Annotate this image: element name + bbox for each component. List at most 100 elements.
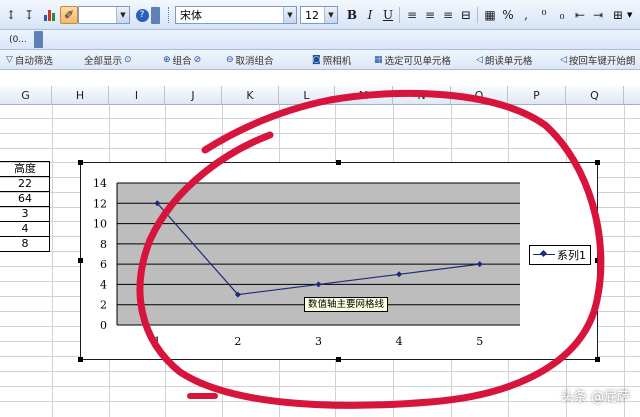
speak-cells-button[interactable]: ◁ 朗读单元格 — [476, 53, 556, 67]
legend-line-marker-icon — [533, 250, 555, 260]
sort-ascending-icon[interactable]: ↕ — [2, 6, 20, 24]
currency-icon[interactable]: ▦ — [481, 6, 499, 24]
column-header-i[interactable]: I — [109, 86, 165, 105]
column-header-p[interactable]: P — [508, 86, 566, 105]
y-tick-label: 10 — [93, 218, 107, 231]
ungroup-label: 取消组合 — [235, 56, 274, 67]
align-left-icon[interactable]: ≡ — [403, 6, 421, 24]
ungroup-button[interactable]: ⊖ 取消组合 — [226, 53, 310, 67]
font-size-combo[interactable]: 12 ▼ — [300, 6, 338, 24]
chart-legend[interactable]: 系列1 — [529, 245, 591, 265]
speak-on-enter-label: 按回车键开始朗 — [568, 56, 636, 67]
column-header-j[interactable]: J — [165, 86, 222, 105]
zoom-combo[interactable]: ▼ — [78, 6, 130, 24]
toolbar-grip[interactable] — [168, 7, 171, 23]
autofilter-label: 自动筛选 — [14, 56, 53, 67]
chevron-down-icon[interactable]: ▼ — [283, 7, 296, 23]
cell-g-value[interactable]: 3 — [0, 207, 50, 221]
legend-series-name: 系列1 — [557, 249, 586, 262]
column-header-q[interactable]: Q — [566, 86, 624, 105]
merge-center-icon[interactable]: ⊟ — [457, 6, 475, 24]
borders-icon[interactable]: ⊞ — [609, 6, 627, 24]
cell-g-value[interactable]: 8 — [0, 237, 50, 251]
y-tick-label: 14 — [93, 177, 107, 190]
chart-resize-handle[interactable] — [336, 160, 341, 165]
sort-descending-icon[interactable]: ↧ — [20, 6, 38, 24]
column-header-n[interactable]: N — [393, 86, 451, 105]
x-tick-label: 4 — [396, 335, 403, 348]
chart-canvas: 024681012141 2 3 4 5 — [93, 177, 520, 348]
cell-g-value[interactable]: 64 — [0, 192, 50, 206]
chevron-down-icon[interactable]: ▼ — [324, 7, 337, 23]
toolbar-separator — [399, 7, 400, 23]
chevron-down-icon[interactable]: ▼ — [116, 7, 129, 23]
toolbar-options-icon[interactable] — [34, 31, 43, 48]
y-tick-label: 12 — [93, 197, 107, 210]
group-button[interactable]: ⊕ 组合 ⊘ — [163, 53, 225, 67]
decrease-decimal-icon[interactable]: ₀ — [553, 6, 571, 24]
camera-icon: ◙ — [312, 55, 321, 65]
camera-button[interactable]: ◙ 照相机 — [312, 53, 372, 67]
grid-row-line — [0, 118, 640, 119]
italic-button[interactable]: I — [361, 6, 379, 24]
percent-button[interactable]: % — [499, 6, 517, 24]
underline-button[interactable]: U — [379, 6, 397, 24]
column-header-g[interactable]: G — [0, 86, 52, 105]
y-tick-label: 6 — [100, 258, 107, 271]
chevron-down-icon[interactable]: ▼ — [627, 11, 632, 19]
column-header-o[interactable]: O — [451, 86, 508, 105]
group-sub-icon: ⊘ — [193, 55, 202, 65]
show-all-icon: ⊙ — [124, 55, 132, 65]
bold-button[interactable]: B — [343, 6, 361, 24]
column-header-h[interactable]: H — [52, 86, 109, 105]
chart-resize-handle[interactable] — [78, 160, 83, 165]
autofilter-button[interactable]: ▽ 自动筛选 — [6, 53, 68, 67]
toolbar-separator — [477, 7, 478, 23]
speak-on-enter-button[interactable]: ◁ 按回车键开始朗 — [560, 53, 640, 67]
select-visible-label: 选定可见单元格 — [384, 56, 452, 67]
grid-row-line — [0, 401, 640, 402]
chart-resize-handle[interactable] — [595, 357, 600, 362]
drawing-icon[interactable]: ✐ — [60, 6, 78, 24]
chart-tooltip: 数值轴主要网格线 — [304, 297, 389, 312]
secondary-toolbar: (0... — [0, 30, 640, 50]
y-tick-label: 0 — [100, 319, 107, 332]
chart-resize-handle[interactable] — [595, 160, 600, 165]
chart-wizard-icon[interactable] — [40, 6, 58, 24]
font-name-combo[interactable]: 宋体 ▼ — [175, 6, 297, 24]
speak-enter-icon: ◁ — [560, 55, 567, 65]
column-header-l[interactable]: L — [279, 86, 335, 105]
align-right-icon[interactable]: ≡ — [439, 6, 457, 24]
cell-g-value[interactable]: 22 — [0, 177, 50, 191]
group-label: 组合 — [172, 56, 192, 67]
increase-indent-icon[interactable]: ⇥ — [589, 6, 607, 24]
select-visible-cells-button[interactable]: ▦ 选定可见单元格 — [374, 53, 470, 67]
align-center-icon[interactable]: ≡ — [421, 6, 439, 24]
column-header-k[interactable]: K — [222, 86, 279, 105]
show-all-label: 全部显示 — [84, 56, 123, 67]
font-name-value: 宋体 — [180, 9, 202, 22]
toolbar-options-icon[interactable] — [151, 7, 160, 24]
decrease-indent-icon[interactable]: ⇤ — [571, 6, 589, 24]
y-tick-label: 2 — [100, 299, 107, 312]
chart-resize-handle[interactable] — [78, 258, 83, 263]
x-tick-label: 3 — [315, 335, 322, 348]
cell-g-header[interactable]: 高度 — [0, 162, 50, 176]
speaker-icon: ◁ — [476, 55, 483, 65]
chart-resize-handle[interactable] — [595, 258, 600, 263]
help-icon[interactable]: ? — [133, 6, 151, 24]
chart-resize-handle[interactable] — [336, 357, 341, 362]
more-options-icon[interactable]: (0... — [3, 31, 33, 49]
column-header-m[interactable]: M — [335, 86, 393, 105]
comma-style-icon[interactable]: , — [517, 6, 535, 24]
y-tick-label: 8 — [100, 238, 107, 251]
increase-decimal-icon[interactable]: ⁰ — [535, 6, 553, 24]
show-all-button[interactable]: 全部显示 ⊙ — [84, 53, 164, 67]
grid-row-line — [0, 386, 640, 387]
cell-g-value[interactable]: 4 — [0, 222, 50, 236]
grid-row-line — [0, 133, 640, 134]
select-visible-icon: ▦ — [374, 55, 383, 65]
embedded-line-chart[interactable]: 0 2 4 6 8 10 12 14 1 2 3 4 5 系列1 数值轴主要网格线 — [80, 162, 598, 360]
chart-resize-handle[interactable] — [78, 357, 83, 362]
watermark: 头条 @屁萨 — [560, 390, 630, 405]
